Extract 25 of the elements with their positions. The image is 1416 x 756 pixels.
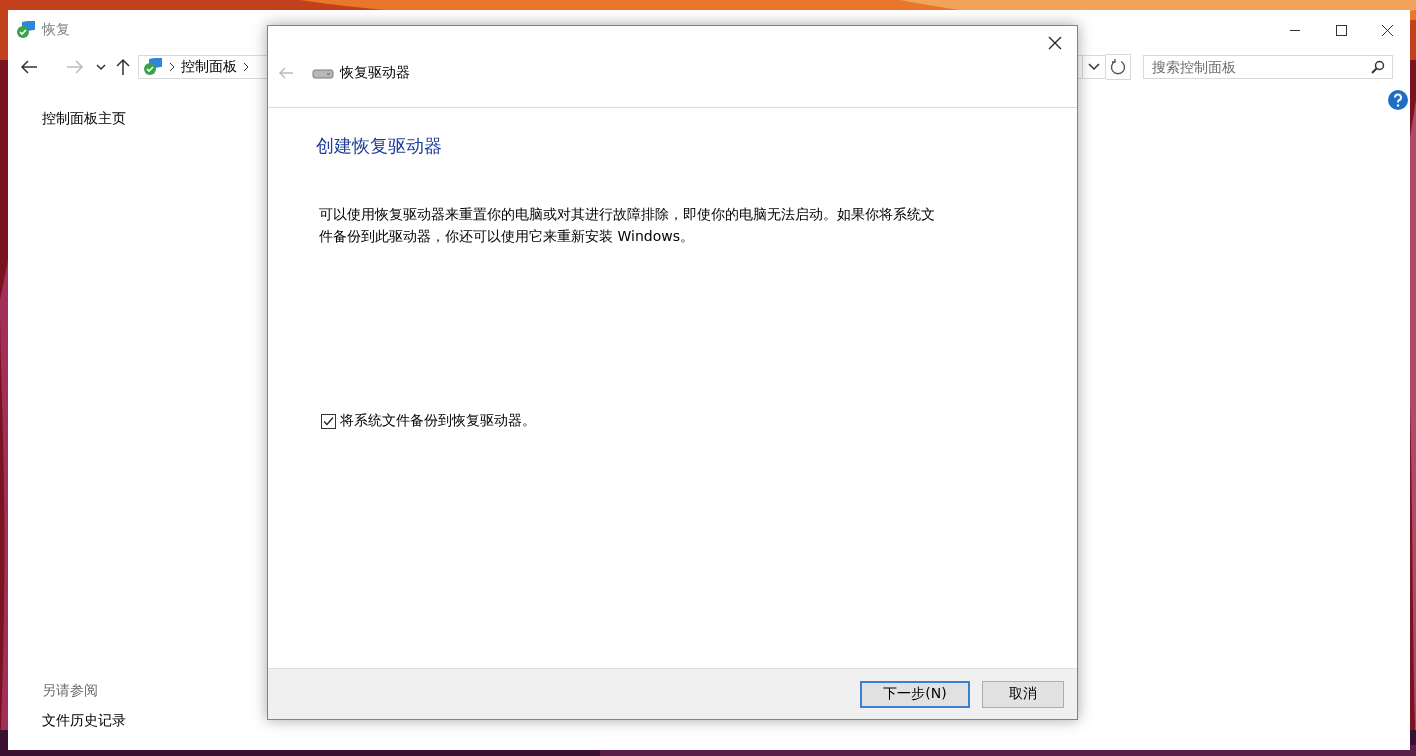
- chevron-right-icon: [243, 62, 249, 72]
- window-title: 恢复: [42, 21, 70, 39]
- control-panel-icon: [16, 21, 36, 39]
- dialog-title: 恢复驱动器: [340, 64, 410, 82]
- breadcrumb-item[interactable]: 控制面板: [181, 58, 237, 76]
- drive-icon: [312, 67, 334, 79]
- search-field[interactable]: 搜索控制面板: [1143, 55, 1393, 79]
- refresh-icon[interactable]: [1108, 58, 1128, 76]
- help-icon[interactable]: [1388, 90, 1408, 110]
- description-text: 可以使用恢复驱动器来重置你的电脑或对其进行故障排除，即使你的电脑无法启动。如果你将系统文件备份到此驱动器，你还可以使用它来重新安装 Windows。: [319, 205, 936, 246]
- backup-checkbox[interactable]: 将系统文件备份到恢复驱动器。: [321, 412, 536, 430]
- dialog-button[interactable]: 取消: [982, 680, 1064, 708]
- checkmark-icon: [323, 415, 334, 427]
- sidebar-link[interactable]: 控制面板主页: [42, 110, 126, 128]
- search-icon[interactable]: [1371, 60, 1385, 74]
- back-icon[interactable]: [20, 60, 38, 74]
- chevron-down-icon[interactable]: [96, 63, 106, 71]
- dialog-heading: 创建恢复驱动器: [316, 134, 443, 158]
- chevron-right-icon: [169, 62, 175, 72]
- up-arrow-icon[interactable]: [116, 58, 130, 76]
- close-icon[interactable]: [1048, 36, 1062, 50]
- control-panel-icon: [143, 58, 163, 76]
- section-heading: 另请参阅: [42, 682, 98, 700]
- dialog-button[interactable]: 下一步(N): [860, 680, 970, 708]
- sidebar-link[interactable]: 文件历史记录: [42, 712, 126, 730]
